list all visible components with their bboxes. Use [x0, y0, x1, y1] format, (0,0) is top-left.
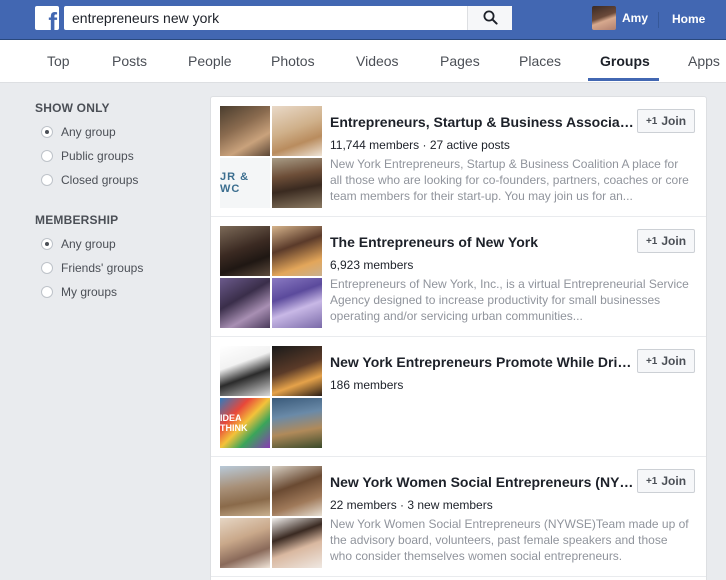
- member-photo: [220, 346, 270, 396]
- profile-link[interactable]: Amy: [592, 5, 648, 31]
- group-member-count: 186 members: [330, 378, 404, 392]
- group-description: New York Entrepreneurs, Startup & Busine…: [330, 157, 689, 203]
- member-photo: [272, 346, 322, 396]
- member-photo: [220, 466, 270, 516]
- tab-places[interactable]: Places: [519, 53, 561, 69]
- member-photo: [272, 106, 322, 156]
- group-results-list: JR & WC Entrepreneurs, Startup & Busines…: [210, 96, 707, 580]
- join-label[interactable]: Join: [661, 354, 686, 368]
- tab-pages[interactable]: Pages: [440, 53, 480, 69]
- group-photo-grid[interactable]: JR & WC: [220, 106, 322, 208]
- radio-selected-icon[interactable]: [41, 126, 53, 138]
- filter-option-label[interactable]: Friends' groups: [61, 261, 143, 275]
- add-member-icon: +1: [645, 235, 658, 247]
- search-icon: [483, 10, 498, 25]
- tab-posts[interactable]: Posts: [112, 53, 147, 69]
- member-photo: [272, 278, 322, 328]
- join-label[interactable]: Join: [661, 114, 686, 128]
- filter-option-my-groups[interactable]: My groups: [41, 284, 117, 300]
- search-button[interactable]: [467, 6, 512, 30]
- radio-selected-icon[interactable]: [41, 238, 53, 250]
- member-photo: IDEA THINK: [220, 398, 270, 448]
- filter-option-label[interactable]: Closed groups: [61, 173, 138, 187]
- add-member-icon: +1: [645, 475, 658, 487]
- active-tab-indicator: [588, 78, 659, 81]
- member-photo: [272, 398, 322, 448]
- add-member-icon: +1: [645, 355, 658, 367]
- filter-option-label[interactable]: Any group: [61, 237, 116, 251]
- group-description: Entrepreneurs of New York, Inc., is a vi…: [330, 277, 689, 323]
- filter-option-label[interactable]: My groups: [61, 285, 117, 299]
- group-result: JR & WC Entrepreneurs, Startup & Busines…: [211, 97, 706, 217]
- filter-option-public-groups[interactable]: Public groups: [41, 148, 134, 164]
- radio-icon[interactable]: [41, 286, 53, 298]
- group-result: New York Women Social Entrepreneurs (NYW…: [211, 457, 706, 577]
- group-result: IDEA THINK New York Entrepreneurs Promot…: [211, 337, 706, 457]
- filter-option-friends-groups[interactable]: Friends' groups: [41, 260, 143, 276]
- group-photo-grid[interactable]: [220, 466, 322, 568]
- group-member-count: 22 members · 3 new members: [330, 498, 493, 512]
- join-label[interactable]: Join: [661, 234, 686, 248]
- member-photo: JR & WC: [220, 158, 270, 208]
- filter-heading-show-only: SHOW ONLY: [35, 101, 110, 115]
- group-photo-grid[interactable]: [220, 226, 322, 328]
- tab-videos[interactable]: Videos: [356, 53, 399, 69]
- photo-caption: IDEA THINK: [220, 413, 248, 433]
- group-member-count: 6,923 members: [330, 258, 414, 272]
- group-title-link[interactable]: Entrepreneurs, Startup & Business Associ…: [330, 114, 635, 130]
- photo-caption: JR & WC: [220, 171, 250, 195]
- join-button[interactable]: +1 Join: [637, 229, 695, 253]
- search-filter-tabs: Top Posts People Photos Videos Pages Pla…: [0, 40, 726, 83]
- filter-option-label[interactable]: Any group: [61, 125, 116, 139]
- filter-option-membership-any-group[interactable]: Any group: [41, 236, 116, 252]
- member-photo: [272, 226, 322, 276]
- filter-option-label[interactable]: Public groups: [61, 149, 134, 163]
- group-title-link[interactable]: New York Entrepreneurs Promote While Dri…: [330, 354, 635, 370]
- member-photo: [220, 278, 270, 328]
- group-title-link[interactable]: The Entrepreneurs of New York: [330, 234, 635, 250]
- join-button[interactable]: +1 Join: [637, 109, 695, 133]
- join-button[interactable]: +1 Join: [637, 469, 695, 493]
- filter-option-any-group[interactable]: Any group: [41, 124, 116, 140]
- member-photo: [220, 518, 270, 568]
- group-description: New York Women Social Entrepreneurs (NYW…: [330, 517, 689, 563]
- filter-heading-membership: MEMBERSHIP: [35, 213, 119, 227]
- group-result: The Entrepreneurs of New York 6,923 memb…: [211, 217, 706, 337]
- radio-icon[interactable]: [41, 150, 53, 162]
- facebook-logo-icon[interactable]: f: [35, 6, 59, 30]
- member-photo: [220, 226, 270, 276]
- filter-option-closed-groups[interactable]: Closed groups: [41, 172, 138, 188]
- user-name[interactable]: Amy: [622, 11, 648, 25]
- radio-icon[interactable]: [41, 262, 53, 274]
- search-input[interactable]: [64, 6, 468, 30]
- tab-people[interactable]: People: [188, 53, 232, 69]
- avatar[interactable]: [592, 6, 616, 30]
- member-photo: [272, 518, 322, 568]
- join-label[interactable]: Join: [661, 474, 686, 488]
- top-navigation-bar: f Amy Home: [0, 0, 726, 40]
- tab-groups[interactable]: Groups: [600, 53, 650, 69]
- search-box[interactable]: [64, 6, 512, 30]
- join-button[interactable]: +1 Join: [637, 349, 695, 373]
- tab-top[interactable]: Top: [47, 53, 70, 69]
- group-member-count: 11,744 members · 27 active posts: [330, 138, 510, 152]
- radio-icon[interactable]: [41, 174, 53, 186]
- tab-apps[interactable]: Apps: [688, 53, 720, 69]
- member-photo: [272, 466, 322, 516]
- tab-photos[interactable]: Photos: [271, 53, 315, 69]
- home-link[interactable]: Home: [672, 12, 705, 26]
- member-photo: [220, 106, 270, 156]
- divider: [658, 12, 659, 28]
- group-photo-grid[interactable]: IDEA THINK: [220, 346, 322, 448]
- group-title-link[interactable]: New York Women Social Entrepreneurs (NYW…: [330, 474, 635, 490]
- member-photo: [272, 158, 322, 208]
- add-member-icon: +1: [645, 115, 658, 127]
